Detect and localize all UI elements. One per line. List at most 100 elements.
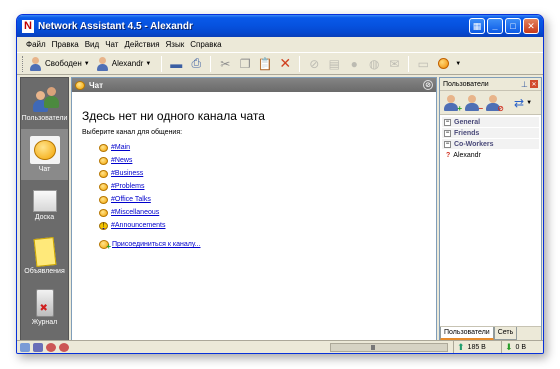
chevron-down-icon[interactable]: ▼ xyxy=(526,100,532,106)
tree-group-friends[interactable]: − Friends xyxy=(442,128,539,138)
sidebar-item-announcements[interactable]: Объявления xyxy=(21,231,68,282)
users-tree: − General − Friends − Co-Workers ? Alexandr xyxy=(440,115,541,162)
users-panel-tabs: Пользователи Сеть xyxy=(440,326,541,340)
block-user-icon[interactable]: ⊘ xyxy=(485,94,504,113)
users-panel: Пользователи ⊥ ✕ + − ⊘ ⇄ ▼ − General − Fri… xyxy=(439,77,542,341)
close-button[interactable]: ✕ xyxy=(523,18,539,34)
chat-empty-title: Здесь нет ни одного канала чата xyxy=(82,109,265,123)
collapse-icon[interactable]: − xyxy=(444,140,451,148)
sidebar-item-users[interactable]: Пользователи xyxy=(21,78,68,129)
tab-network[interactable]: Сеть xyxy=(493,327,518,340)
chat-pane: Чат ⊘ Здесь нет ни одного канала чата Вы… xyxy=(71,77,437,341)
menu-language[interactable]: Язык xyxy=(163,40,188,49)
search-icon[interactable]: ◍ xyxy=(366,56,382,72)
title-bar[interactable]: N Network Assistant 4.5 - Alexandr ▦ _ □… xyxy=(17,15,543,37)
menu-file[interactable]: Файл xyxy=(23,40,49,49)
sidebar-item-chat[interactable]: Чат xyxy=(21,129,68,180)
tree-group-general[interactable]: − General xyxy=(442,117,539,127)
collapse-icon[interactable]: − xyxy=(444,129,451,137)
menu-chat[interactable]: Чат xyxy=(102,40,121,49)
tab-users[interactable]: Пользователи xyxy=(440,327,494,340)
menu-view[interactable]: Вид xyxy=(82,40,102,49)
main-toolbar: Свободен ▼ Alexandr ▼ ▬ ⎙ ✂ ❐ 📋 ✕ ⊘ ▤ ● … xyxy=(17,52,543,75)
channel-link-business[interactable]: #Business xyxy=(82,167,436,180)
unknown-status-icon: ? xyxy=(446,151,451,159)
status-icons xyxy=(17,342,72,352)
channel-icon xyxy=(99,156,108,165)
collapse-icon[interactable]: − xyxy=(444,118,451,126)
status-slider[interactable] xyxy=(330,342,448,352)
chat-pane-title: Чат xyxy=(89,80,103,90)
chevron-down-icon: ▼ xyxy=(145,60,152,67)
remove-user-icon[interactable]: − xyxy=(464,94,483,113)
channel-icon xyxy=(99,143,108,152)
channel-label: #Announcements xyxy=(111,222,166,229)
print-icon[interactable]: ⎙ xyxy=(188,56,204,72)
sidebar-item-board[interactable]: Доска xyxy=(21,180,68,231)
sidebar-item-log[interactable]: Журнал xyxy=(21,282,68,333)
user-dropdown[interactable]: Alexandr ▼ xyxy=(96,56,152,71)
smiley-dropdown-icon[interactable] xyxy=(435,56,451,72)
app-window: N Network Assistant 4.5 - Alexandr ▦ _ □… xyxy=(16,14,544,354)
menu-actions[interactable]: Действия xyxy=(121,40,162,49)
window-title: Network Assistant 4.5 - Alexandr xyxy=(38,20,193,32)
sound-off-icon[interactable] xyxy=(46,342,56,352)
status-dropdown[interactable]: Свободен ▼ xyxy=(29,56,90,71)
circle-icon[interactable]: ● xyxy=(346,56,362,72)
copy-icon[interactable]: ❐ xyxy=(237,56,253,72)
channel-link-problems[interactable]: #Problems xyxy=(82,180,436,193)
close-pane-icon[interactable]: ⊘ xyxy=(423,80,433,90)
maximize-button[interactable]: □ xyxy=(505,18,521,34)
film-icon[interactable]: ▭ xyxy=(415,56,431,72)
status-user-icon xyxy=(29,56,42,71)
channel-link-office-talks[interactable]: #Office Talks xyxy=(82,193,436,206)
paste-icon[interactable]: 📋 xyxy=(257,56,273,72)
tree-user-row[interactable]: ? Alexandr xyxy=(442,150,539,160)
network-icon[interactable] xyxy=(20,342,30,352)
chat-choose-label: Выберите канал для общения: xyxy=(82,129,183,136)
channel-link-announcements[interactable]: ! #Announcements xyxy=(82,219,436,232)
stop-icon[interactable]: ⊘ xyxy=(306,56,322,72)
shield-icon[interactable] xyxy=(33,342,43,352)
mail-icon[interactable]: ✉ xyxy=(386,56,402,72)
group-label: Co-Workers xyxy=(454,140,494,148)
user-name: Alexandr xyxy=(453,151,481,159)
group-label: General xyxy=(454,118,481,126)
menu-help[interactable]: Справка xyxy=(187,40,224,49)
menu-edit[interactable]: Правка xyxy=(49,40,82,49)
board-icon xyxy=(32,190,57,212)
status-bar: ⬆ 185 B ⬇ 0 B xyxy=(17,340,543,353)
channel-icon xyxy=(99,195,108,204)
popup-off-icon[interactable] xyxy=(59,342,69,352)
pin-icon[interactable]: ⊥ xyxy=(521,80,528,89)
layout-button[interactable]: ▦ xyxy=(469,18,485,34)
channel-link-main[interactable]: #Main xyxy=(82,141,436,154)
upload-arrow-icon: ⬆ xyxy=(457,341,465,352)
chat-pane-header: Чат ⊘ xyxy=(72,78,436,92)
chevron-down-icon[interactable]: ▼ xyxy=(455,61,461,67)
group-label: Friends xyxy=(454,129,480,137)
sidebar-item-label: Пользователи xyxy=(21,115,68,122)
cut-icon[interactable]: ✂ xyxy=(217,56,233,72)
save-icon[interactable]: ▬ xyxy=(168,56,184,72)
toolbar-separator xyxy=(210,55,212,72)
channel-link-miscellaneous[interactable]: #Miscellaneous xyxy=(82,206,436,219)
toolbar-separator xyxy=(299,55,301,72)
chevron-down-icon: ▼ xyxy=(83,60,90,67)
chat-icon xyxy=(29,136,60,164)
toolbar-grip[interactable] xyxy=(22,55,25,72)
add-user-icon[interactable]: + xyxy=(443,94,462,113)
close-icon[interactable]: ✕ xyxy=(530,80,538,88)
channel-label: #Miscellaneous xyxy=(111,209,160,216)
properties-icon[interactable]: ▤ xyxy=(326,56,342,72)
join-channel-link[interactable]: Присоединиться к каналу... xyxy=(82,238,436,251)
toolbar-separator xyxy=(408,55,410,72)
channel-label: #Office Talks xyxy=(111,196,151,203)
minimize-button[interactable]: _ xyxy=(487,18,503,34)
refresh-icon[interactable]: ⇄ xyxy=(514,96,524,110)
tree-group-co-workers[interactable]: − Co-Workers xyxy=(442,139,539,149)
download-value: 0 B xyxy=(515,343,527,351)
delete-icon[interactable]: ✕ xyxy=(277,55,293,72)
log-icon xyxy=(35,289,54,317)
channel-link-news[interactable]: #News xyxy=(82,154,436,167)
